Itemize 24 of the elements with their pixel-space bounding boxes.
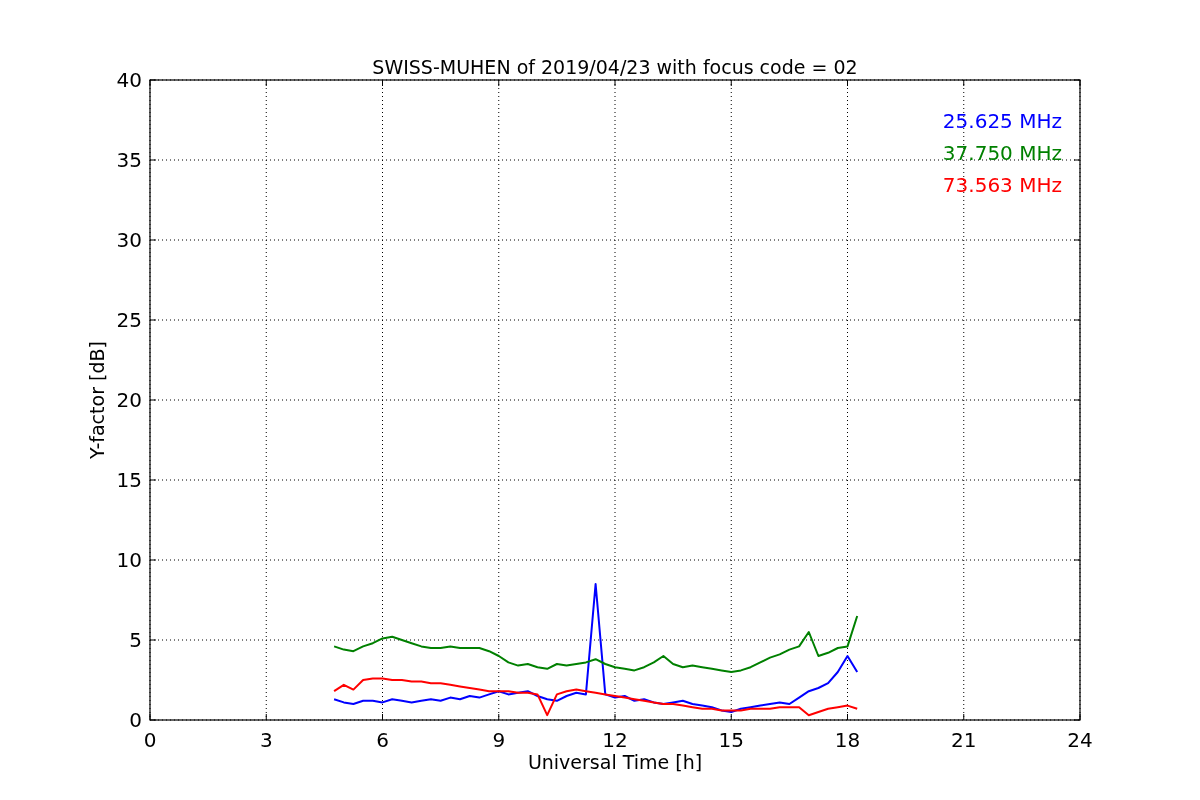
x-tick-label: 18: [834, 728, 861, 752]
y-axis-label: Y-factor [dB]: [86, 341, 108, 459]
y-tick-label: 35: [116, 148, 142, 172]
y-tick-label: 20: [116, 388, 142, 412]
y-tick-label: 0: [129, 708, 142, 732]
x-tick-label: 6: [376, 728, 389, 752]
x-tick-label: 24: [1067, 728, 1093, 752]
y-tick-label: 40: [116, 68, 142, 92]
y-tick-label: 25: [116, 308, 142, 332]
legend-label: 73.563 MHz: [942, 173, 1062, 197]
legend-label: 25.625 MHz: [942, 109, 1062, 133]
chart-title: SWISS-MUHEN of 2019/04/23 with focus code = 02: [372, 56, 858, 78]
legend-label: 37.750 MHz: [942, 141, 1062, 165]
x-tick-label: 0: [143, 728, 157, 752]
x-tick-label: 3: [259, 728, 273, 752]
x-tick-label: 9: [492, 728, 506, 752]
y-tick-label: 5: [129, 628, 142, 652]
y-tick-label: 15: [116, 468, 142, 492]
x-axis-label: Universal Time [h]: [527, 751, 703, 773]
x-tick-label: 15: [718, 728, 744, 752]
x-tick-label: 12: [602, 728, 628, 752]
y-tick-label: 30: [116, 228, 142, 252]
y-tick-label: 10: [116, 548, 142, 572]
x-tick-label: 21: [951, 728, 977, 752]
